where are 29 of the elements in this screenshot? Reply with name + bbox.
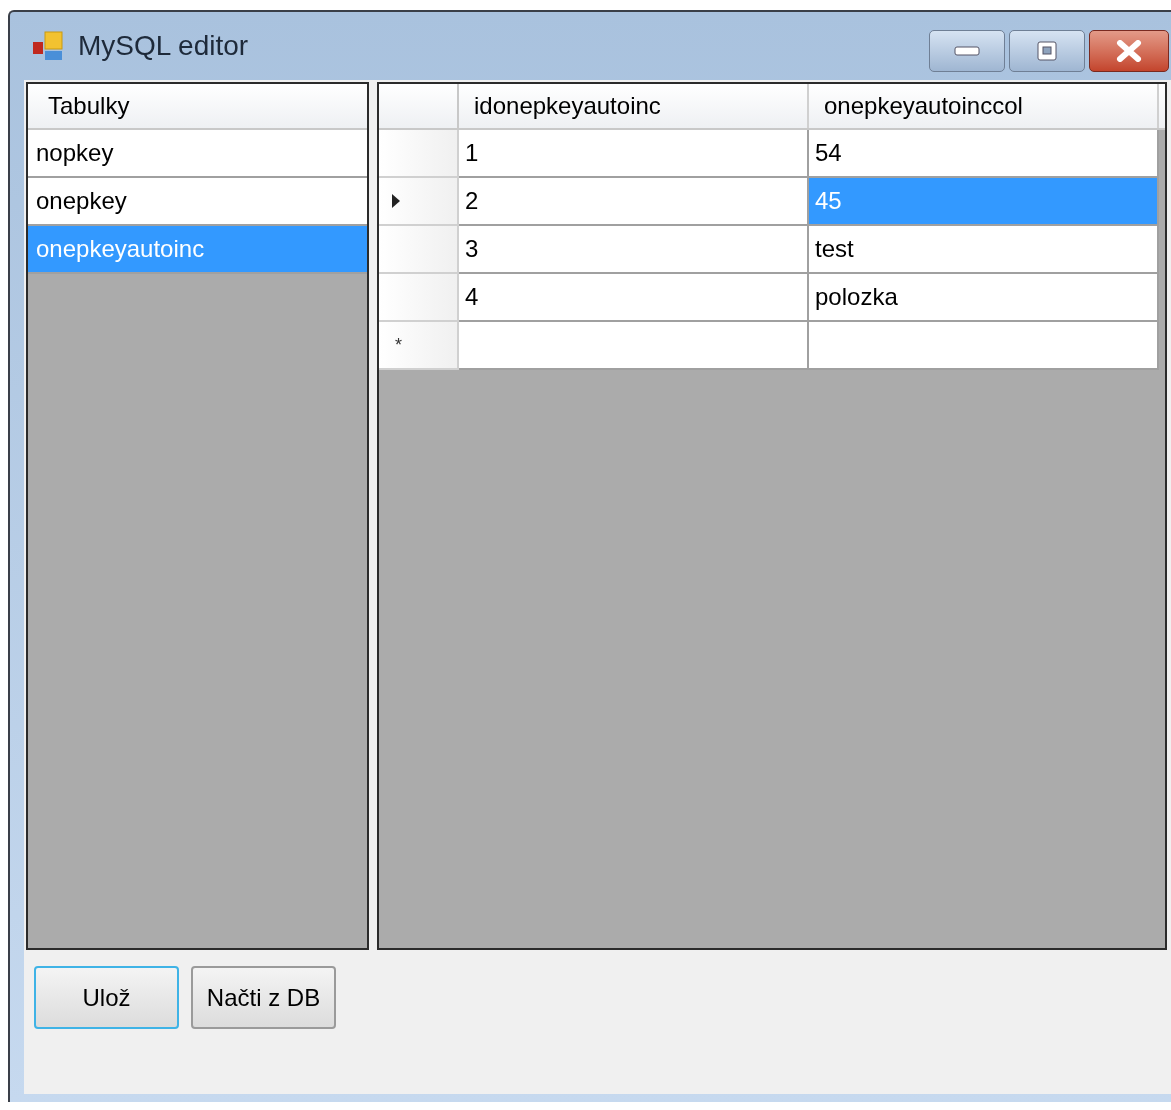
table-list-item[interactable]: nopkey <box>28 130 367 178</box>
row-header[interactable] <box>379 130 459 178</box>
table-cell[interactable]: 54 <box>809 130 1159 178</box>
new-row-marker: * <box>395 333 402 357</box>
row-header[interactable] <box>379 226 459 274</box>
action-button[interactable]: Ulož <box>34 966 179 1029</box>
table-cell[interactable]: 2 <box>459 178 809 226</box>
table-cell[interactable]: 3 <box>459 226 809 274</box>
column-header: Tabulky <box>28 84 367 130</box>
restore-icon <box>1037 41 1057 61</box>
action-button[interactable]: Načti z DB <box>191 966 336 1029</box>
table-cell[interactable]: 1 <box>459 130 809 178</box>
row-header[interactable] <box>379 178 459 226</box>
close-icon <box>1116 40 1142 62</box>
maximize-button[interactable] <box>1009 30 1085 72</box>
column-header[interactable]: onepkeyautoinccol <box>809 84 1159 128</box>
minimize-button[interactable] <box>929 30 1005 72</box>
app-icon <box>32 30 64 62</box>
column-header[interactable]: idonepkeyautoinc <box>459 84 809 128</box>
table-cell[interactable] <box>809 322 1159 370</box>
table-cell[interactable]: polozka <box>809 274 1159 322</box>
table-list-item[interactable]: onepkey <box>28 178 367 226</box>
table-cell[interactable]: test <box>809 226 1159 274</box>
row-header[interactable] <box>379 274 459 322</box>
minimize-icon <box>954 46 980 56</box>
close-button[interactable] <box>1089 30 1169 72</box>
table-cell[interactable] <box>459 322 809 370</box>
table-cell[interactable]: 4 <box>459 274 809 322</box>
window-title: MySQL editor <box>78 29 249 63</box>
